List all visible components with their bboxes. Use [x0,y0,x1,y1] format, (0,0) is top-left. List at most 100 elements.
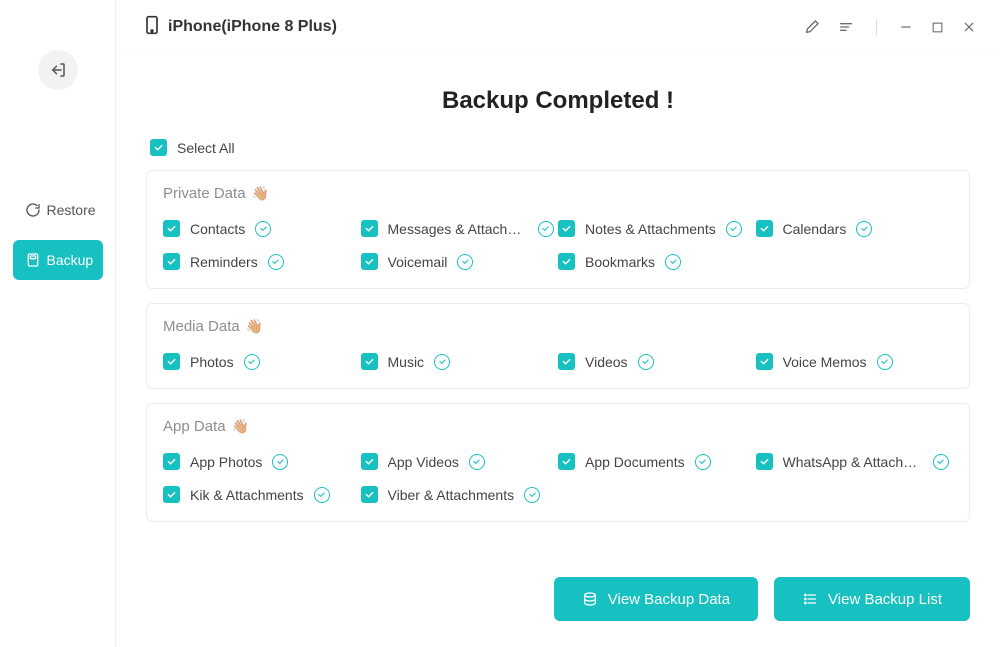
done-icon [665,254,681,270]
select-all-row[interactable]: Select All [146,139,970,156]
select-all-label: Select All [177,140,235,156]
sidebar: Restore Backup [0,0,115,647]
item-checkbox[interactable] [163,486,180,503]
button-label: View Backup List [828,591,942,608]
content: Backup Completed ! Select All Private Da… [116,55,1000,647]
done-icon [268,254,284,270]
maximize-icon[interactable] [931,21,944,34]
page-title: Backup Completed ! [146,87,970,115]
data-item[interactable]: Voice Memos [756,345,954,378]
device-label: iPhone(iPhone 8 Plus) [144,15,337,40]
footer: View Backup Data View Backup List [554,577,970,621]
list-icon [802,591,818,607]
section-title: Private Data👋 [163,185,953,202]
item-label: Contacts [190,221,245,237]
done-icon [726,221,742,237]
item-label: Viber & Attachments [388,487,515,503]
sidebar-item-label: Restore [47,202,96,218]
done-icon [272,454,288,470]
data-item[interactable]: App Documents [558,445,756,478]
done-icon [314,487,330,503]
item-checkbox[interactable] [756,353,773,370]
done-icon [469,454,485,470]
section-card: App Data👋 App PhotosApp Videos App Documen… [146,403,970,522]
item-label: Music [388,354,425,370]
data-item[interactable]: Viber & Attachments [361,478,559,511]
item-grid: Photos Music Videos Voice Memos [163,345,953,378]
item-checkbox[interactable] [558,353,575,370]
item-label: Reminders [190,254,258,270]
wave-icon: 👋 [232,418,249,435]
sidebar-item-backup[interactable]: Backup [13,240,103,280]
minimize-icon[interactable] [899,20,913,34]
item-label: Voicemail [388,254,448,270]
item-label: Bookmarks [585,254,655,270]
item-checkbox[interactable] [361,253,378,270]
data-item[interactable]: Reminders [163,245,361,278]
data-item[interactable]: Notes & Attachments [558,212,756,245]
done-icon [457,254,473,270]
view-backup-data-button[interactable]: View Backup Data [554,577,758,621]
data-item[interactable]: Messages & Attachme... [361,212,559,245]
data-item[interactable]: Music [361,345,559,378]
item-checkbox[interactable] [163,453,180,470]
back-button[interactable] [38,50,78,90]
window-controls [804,19,976,35]
item-checkbox[interactable] [361,353,378,370]
item-checkbox[interactable] [558,220,575,237]
item-checkbox[interactable] [163,353,180,370]
phone-icon [144,15,160,40]
item-checkbox[interactable] [361,220,378,237]
data-item[interactable]: Calendars [756,212,954,245]
item-checkbox[interactable] [756,220,773,237]
menu-icon[interactable] [838,19,854,35]
item-grid: Contacts Messages & Attachme... Notes & At… [163,212,953,278]
item-checkbox[interactable] [558,253,575,270]
section-card: Media Data👋 Photos Music Videos Voice Memos [146,303,970,389]
data-item[interactable]: Kik & Attachments [163,478,361,511]
data-item[interactable]: App Photos [163,445,361,478]
backup-icon [25,251,41,269]
section-title: Media Data👋 [163,318,953,335]
item-label: Voice Memos [783,354,867,370]
data-item[interactable]: Videos [558,345,756,378]
data-item[interactable]: Contacts [163,212,361,245]
item-label: App Documents [585,454,685,470]
main: iPhone(iPhone 8 Plus) [115,0,1000,647]
item-checkbox[interactable] [163,220,180,237]
close-icon[interactable] [962,20,976,34]
section-title: App Data👋 [163,418,953,435]
item-label: Messages & Attachme... [388,221,528,237]
item-checkbox[interactable] [361,486,378,503]
done-icon [524,487,540,503]
select-all-checkbox[interactable] [150,139,167,156]
separator [876,19,877,35]
sidebar-item-label: Backup [47,252,94,268]
item-label: Kik & Attachments [190,487,304,503]
data-item[interactable]: WhatsApp & Attachme... [756,445,954,478]
data-item[interactable]: App Videos [361,445,559,478]
item-checkbox[interactable] [756,453,773,470]
view-backup-list-button[interactable]: View Backup List [774,577,970,621]
data-item[interactable]: Photos [163,345,361,378]
wave-icon: 👋 [246,318,263,335]
sidebar-item-restore[interactable]: Restore [13,190,103,230]
item-label: Notes & Attachments [585,221,716,237]
item-label: WhatsApp & Attachme... [783,454,923,470]
edit-icon[interactable] [804,19,820,35]
item-checkbox[interactable] [163,253,180,270]
data-item[interactable]: Voicemail [361,245,559,278]
done-icon [695,454,711,470]
done-icon [856,221,872,237]
done-icon [933,454,949,470]
done-icon [244,354,260,370]
done-icon [255,221,271,237]
wave-icon: 👋 [252,185,269,202]
item-checkbox[interactable] [361,453,378,470]
item-checkbox[interactable] [558,453,575,470]
item-label: Videos [585,354,628,370]
item-label: Photos [190,354,234,370]
done-icon [538,221,554,237]
done-icon [638,354,654,370]
data-item[interactable]: Bookmarks [558,245,756,278]
